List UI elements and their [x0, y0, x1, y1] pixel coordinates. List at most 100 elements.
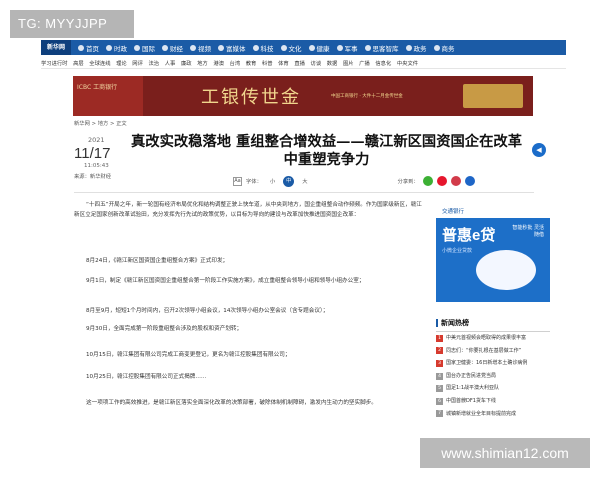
- globe-icon: [134, 44, 140, 51]
- weibo-share-icon[interactable]: [436, 176, 447, 186]
- subnav-item[interactable]: 图片: [343, 59, 354, 67]
- hot-news-title: 中国首艘DF1货车下线: [446, 397, 496, 404]
- nav-item-label: 政务: [413, 44, 427, 53]
- watermark: www.shimian12.com: [420, 438, 590, 468]
- finance-icon: [162, 44, 168, 51]
- subnav-item[interactable]: 数据: [327, 59, 338, 67]
- font-large-button[interactable]: 大: [302, 177, 307, 185]
- subnav-item[interactable]: 访谈: [311, 59, 322, 67]
- gold-bar-image: [463, 84, 523, 108]
- banner-bank-logo: ICBC 工商银行: [73, 76, 143, 116]
- subnav-item[interactable]: 人事: [165, 59, 176, 67]
- article-paragraph: 10月25日，赣江控股集团有限公司正式揭牌……: [86, 374, 207, 380]
- subnav-item[interactable]: 直播: [294, 59, 305, 67]
- hot-news-item[interactable]: 6 中国首艘DF1货车下线: [436, 395, 550, 408]
- wechat-share-icon[interactable]: [422, 176, 433, 186]
- ad-bank-name: 交通银行: [436, 202, 550, 218]
- subnav-item[interactable]: 港澳: [213, 59, 224, 67]
- subnav-item[interactable]: 学习进行时: [41, 59, 68, 67]
- nav-item[interactable]: 视频: [190, 43, 211, 53]
- article-title: 真改实改稳落地 重组整合增效益——赣江新区国资国企在改革 中重塑竞争力: [124, 133, 529, 169]
- subnav-item[interactable]: 高层: [73, 59, 84, 67]
- health-icon: [308, 44, 315, 51]
- font-medium-button[interactable]: 中: [283, 175, 295, 187]
- hot-news-item[interactable]: 5 国足1:1战平澳大利亚队: [436, 382, 550, 395]
- tech-icon: [252, 44, 259, 51]
- font-size-icon: Aa: [233, 176, 242, 186]
- nav-item[interactable]: 首页: [78, 43, 99, 53]
- subnav-item[interactable]: 法治: [149, 59, 160, 67]
- meta-monthday: 11/17: [74, 145, 111, 162]
- subnav-item[interactable]: 廉政: [181, 59, 192, 67]
- hot-news-item[interactable]: 7 城镇新增就业全年目标提前完成: [436, 408, 550, 421]
- nav-item[interactable]: 政务: [405, 43, 427, 53]
- article-paragraph: “十四五”开局之年，新一轮国有经济布局优化和结构调整正驶上快车道，从中央到地方，…: [74, 202, 422, 218]
- subnav-item[interactable]: 中央文件: [397, 59, 418, 67]
- article-toolbar: Aa 字体： 小 中 大 分享到：: [233, 175, 533, 187]
- main-nav: 新华网 首页 时政 国际 财经 视频 富媒体 科技 文化 健康 军事 思客智库 政务 商务: [41, 40, 566, 55]
- rank-number: 6: [436, 397, 443, 405]
- culture-icon: [280, 44, 287, 51]
- nav-item-label: 思客智库: [372, 44, 399, 53]
- subnav-item[interactable]: 科普: [262, 59, 273, 67]
- nav-item[interactable]: 商务: [433, 43, 455, 53]
- subnav-item[interactable]: 广播: [359, 59, 370, 67]
- hot-news-title: 中美元首视频会晤取得的成果很丰富: [446, 335, 527, 341]
- nav-item[interactable]: 军事: [336, 43, 358, 53]
- site-logo[interactable]: 新华网: [41, 40, 71, 55]
- qq-share-icon[interactable]: [464, 176, 475, 186]
- nav-item-label: 视频: [198, 44, 211, 53]
- business-icon: [433, 44, 440, 51]
- ad-banner[interactable]: ICBC 工商银行 工银传世金 中国工商银行 · 大件十二月金传世金: [73, 76, 533, 116]
- subnav-item[interactable]: 地方: [197, 59, 208, 67]
- nav-item-label: 首页: [86, 44, 99, 53]
- article-paragraph: 10月15日，赣江集团有限公司完成工商变更登记，更名为赣江控股集团有限公司；: [86, 352, 291, 358]
- breadcrumb[interactable]: 新华网 > 地方 > 正文: [74, 119, 127, 127]
- hot-news-title: 国家卫健委：16日新增本土确诊病例: [446, 360, 528, 367]
- app-share-icon[interactable]: [450, 176, 461, 186]
- font-small-button[interactable]: 小: [270, 177, 275, 185]
- subnav-item[interactable]: 全球连线: [89, 59, 110, 67]
- hot-news-item[interactable]: 1 中美元首视频会晤取得的成果很丰富: [436, 332, 550, 345]
- nav-item[interactable]: 健康: [308, 43, 330, 53]
- subnav-item[interactable]: 信息化: [375, 59, 391, 67]
- politics-icon: [106, 44, 112, 51]
- nav-item[interactable]: 富媒体: [218, 43, 246, 53]
- nav-item[interactable]: 时政: [106, 43, 127, 53]
- title-line-1: 真改实改稳落地 重组整合增效益——赣江新区国资国企在改革: [131, 134, 522, 150]
- hot-news-title: 国台办正告民进党当局: [446, 372, 497, 379]
- subnav-item[interactable]: 教育: [246, 59, 257, 67]
- hot-news-title: 同志们：“你要扎根在基层做工作”: [446, 347, 522, 354]
- ad-illustration: [476, 250, 536, 290]
- banner-title: 工银传世金: [201, 87, 301, 108]
- nav-item[interactable]: 国际: [134, 43, 155, 53]
- hot-news-item[interactable]: 4 国台办正告民进党当局: [436, 370, 550, 383]
- subnav-item[interactable]: 理论: [116, 59, 127, 67]
- meta-year: 2021: [88, 136, 105, 144]
- nav-item[interactable]: 思客智库: [364, 43, 399, 53]
- article-paragraph: 9月1日，制定《赣江新区国资国企重组整合第一阶段工作实施方案》，成立重组整合领导…: [86, 278, 365, 284]
- article-paragraph: 9月30日，全面完成第一阶段重组整合涉及的股权和资产划转；: [86, 326, 243, 332]
- side-ad[interactable]: 交通银行 普惠e贷 小微企业贷款 智能秒批 灵活随借: [436, 202, 550, 302]
- tag-overlay: TG: MYYJJPP: [10, 10, 134, 38]
- subnav-item[interactable]: 网评: [132, 59, 143, 67]
- hot-news-item[interactable]: 3 国家卫健委：16日新增本土确诊病例: [436, 357, 550, 370]
- nav-item[interactable]: 文化: [280, 43, 302, 53]
- nav-item-label: 国际: [142, 44, 155, 53]
- share-label: 分享到：: [397, 179, 419, 185]
- home-icon: [78, 44, 84, 51]
- nav-item[interactable]: 财经: [162, 43, 183, 53]
- nav-item-label: 军事: [344, 44, 358, 53]
- subnav-item[interactable]: 台湾: [230, 59, 241, 67]
- article-paragraph: 这一项项工作的高效推进，是赣江新区落实全面深化改革的决策部署，破除体制机制障碍，…: [86, 400, 377, 406]
- title-line-2: 中重塑竞争力: [283, 152, 370, 168]
- rank-number: 7: [436, 410, 443, 418]
- nav-item[interactable]: 科技: [252, 43, 274, 53]
- hot-news-item[interactable]: 2 同志们：“你要扎根在基层做工作”: [436, 345, 550, 358]
- subnav-item[interactable]: 体育: [278, 59, 289, 67]
- rank-number: 2: [436, 347, 443, 355]
- video-icon: [190, 44, 196, 51]
- audio-play-icon[interactable]: ◀: [532, 143, 546, 157]
- hot-heading-text: 新闻热榜: [441, 319, 469, 327]
- nav-item-label: 商务: [441, 44, 455, 53]
